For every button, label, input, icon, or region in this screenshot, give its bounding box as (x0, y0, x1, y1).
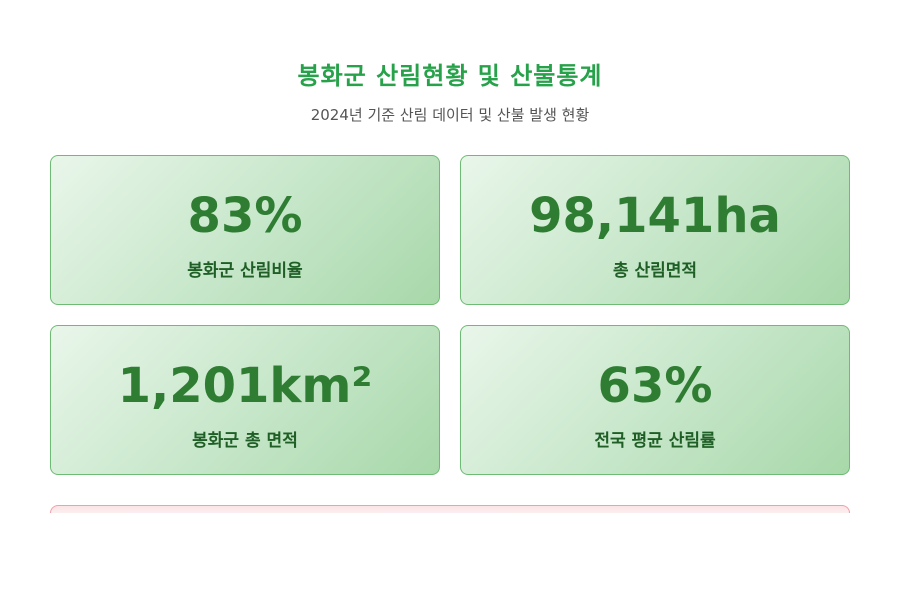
stat-card-forest-ratio: 83% 봉화군 산림비율 (50, 155, 440, 305)
stat-value: 63% (597, 358, 713, 414)
stat-value: 83% (187, 188, 303, 244)
wildfire-alert-panel (50, 505, 850, 513)
stat-value: 1,201km² (117, 358, 373, 414)
stat-label: 봉화군 산림비율 (187, 261, 303, 281)
page-subtitle: 2024년 기준 산림 데이터 및 산불 발생 현황 (310, 106, 590, 124)
page-title: 봉화군 산림현황 및 산불통계 (297, 62, 603, 90)
page-bottom-fill (0, 513, 900, 600)
forest-statistics-page: 봉화군 산림현황 및 산불통계 2024년 기준 산림 데이터 및 산불 발생 … (0, 0, 900, 600)
stat-card-forest-area: 98,141ha 총 산림면적 (460, 155, 850, 305)
stat-label: 전국 평균 산림률 (594, 431, 716, 451)
stat-value: 98,141ha (529, 188, 781, 244)
stat-card-total-area: 1,201km² 봉화군 총 면적 (50, 325, 440, 475)
stat-label: 총 산림면적 (612, 261, 698, 281)
stat-label: 봉화군 총 면적 (192, 431, 298, 451)
stat-card-national-average: 63% 전국 평균 산림률 (460, 325, 850, 475)
